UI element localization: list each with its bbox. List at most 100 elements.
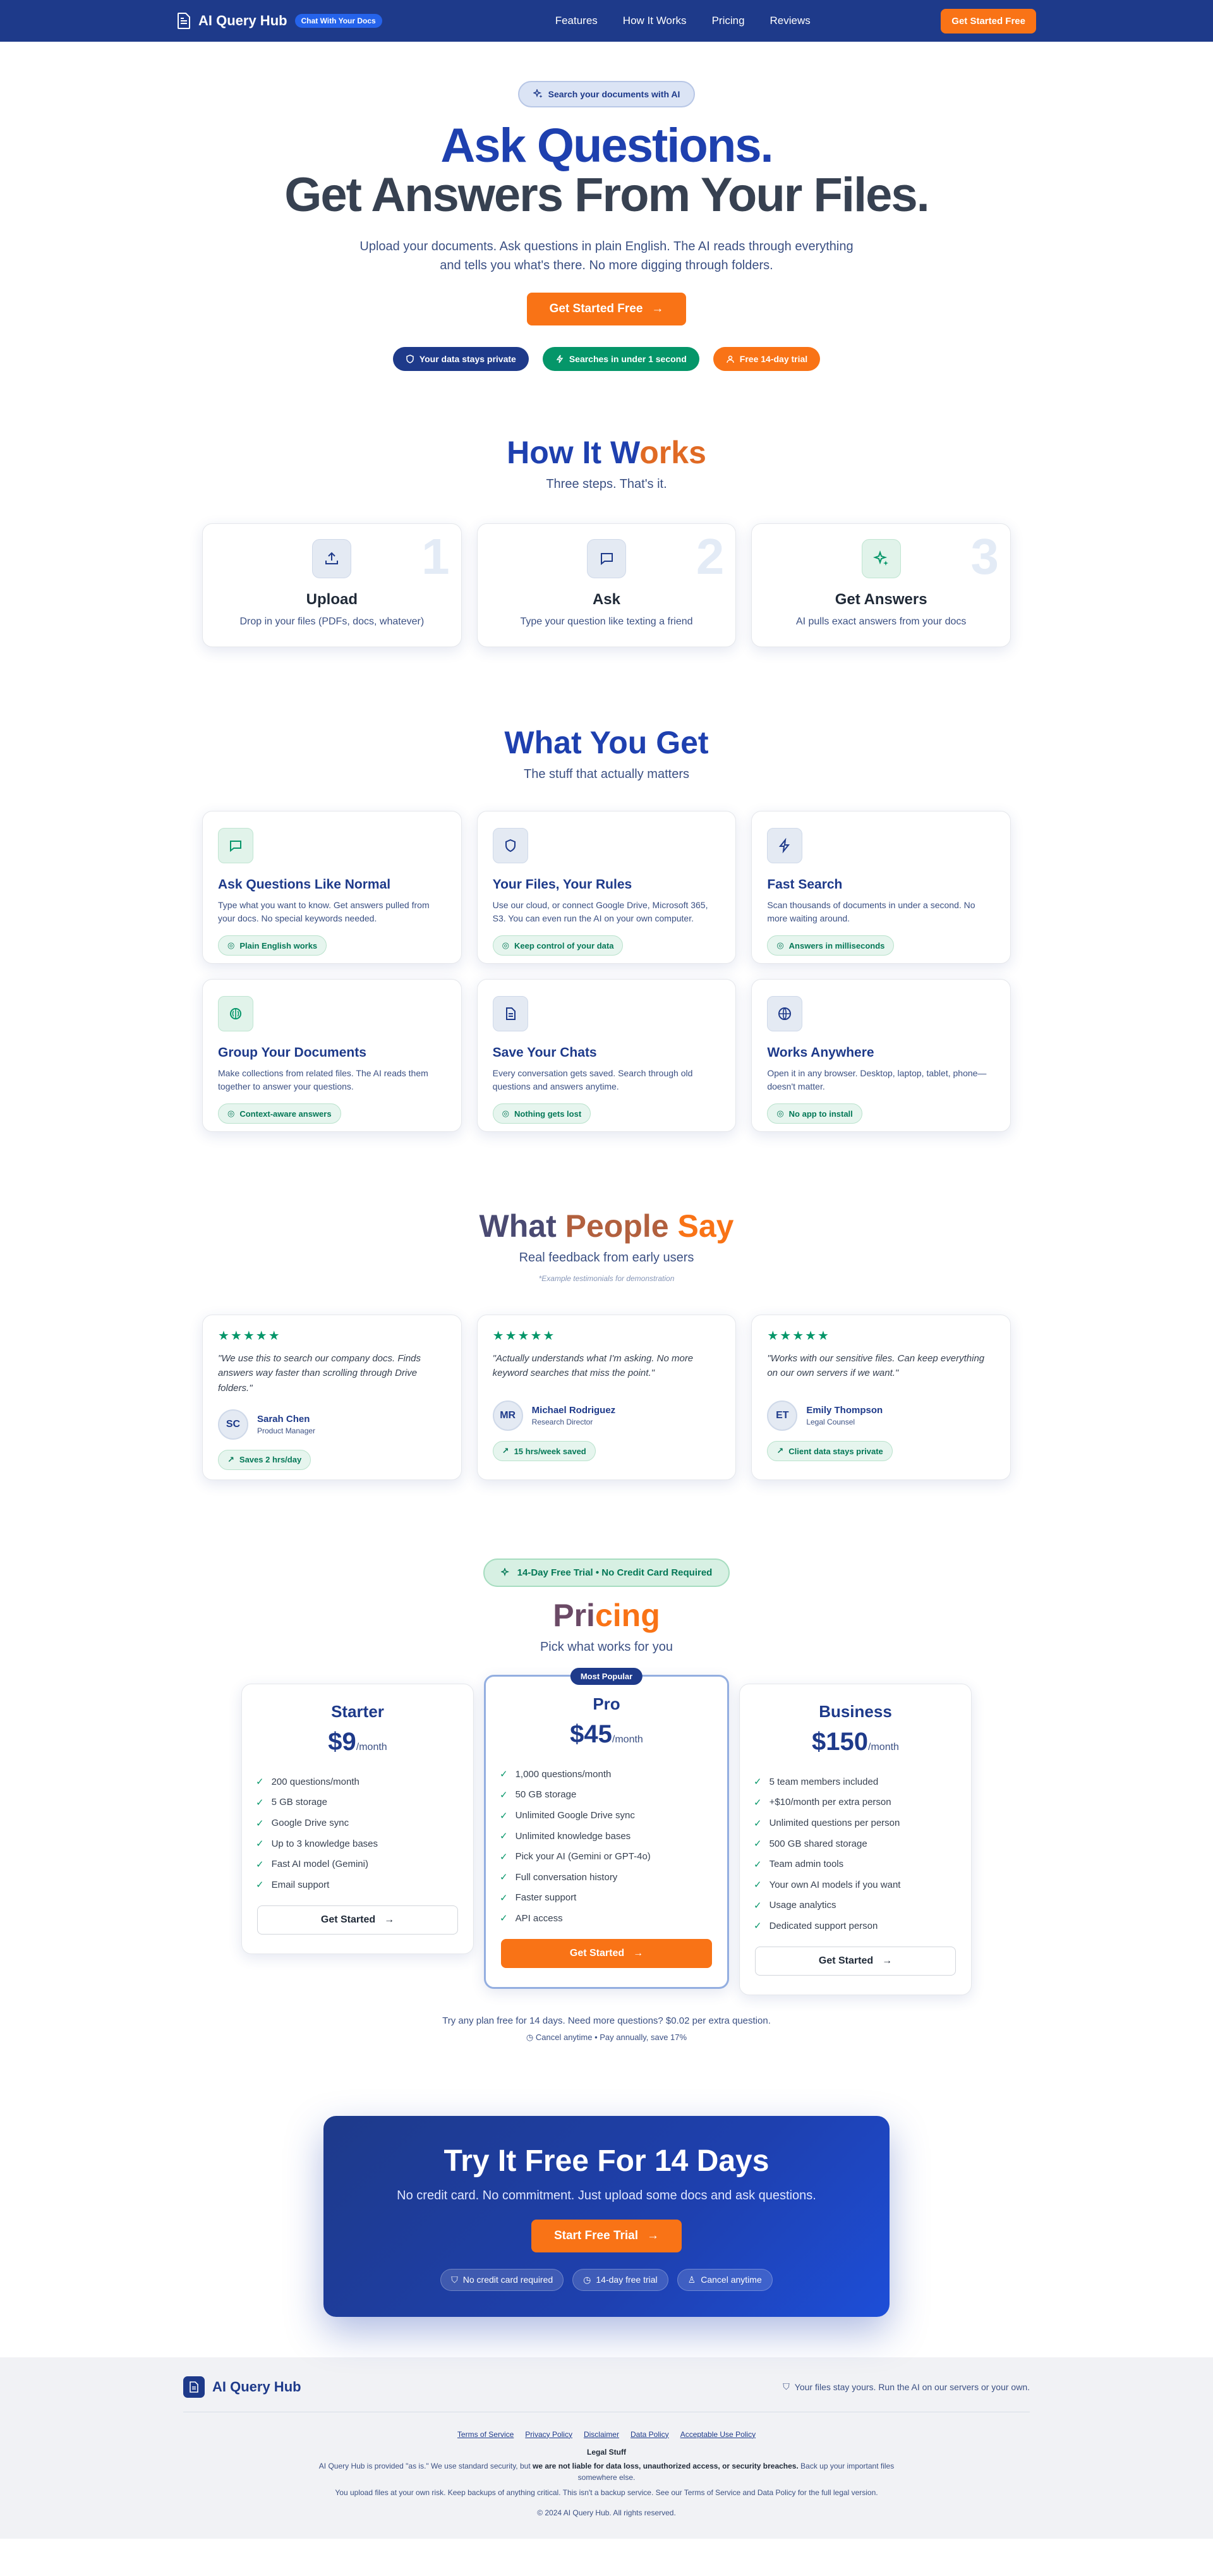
pricing-subtitle: Pick what works for you <box>540 1640 673 1655</box>
plan-price-period: /month <box>356 1742 387 1753</box>
nav-link-features[interactable]: Features <box>555 15 598 27</box>
testimonial-quote: "We use this to search our company docs.… <box>218 1353 421 1394</box>
chat-icon <box>600 553 613 566</box>
arrow-right-icon: → <box>633 1947 644 1959</box>
plan-price-amount: $9 <box>328 1728 356 1756</box>
feature-desc: Open it in any browser. Desktop, laptop,… <box>767 1068 987 1092</box>
brain-icon <box>230 1008 241 1020</box>
plan-feature-label: +$10/month per extra person <box>769 1797 891 1808</box>
check-icon: ✓ <box>500 1831 508 1842</box>
feature-card: Save Your Chats Every conversation gets … <box>476 979 737 1133</box>
plan-feature: ✓ Team admin tools <box>754 1854 957 1874</box>
trust-badge-label: Free 14-day trial <box>739 354 808 365</box>
how-title-part: How It W <box>507 435 640 471</box>
plan-feature: ✓ Unlimited knowledge bases <box>500 1826 713 1847</box>
footer-link-disclaimer[interactable]: Disclaimer <box>584 2430 619 2439</box>
trust-badge-label: Searches in under 1 second <box>569 354 687 365</box>
business-get-started-button[interactable]: Get Started → <box>755 1946 956 1976</box>
nav-get-started-button[interactable]: Get Started Free <box>941 8 1036 33</box>
check-icon: ✓ <box>754 1921 762 1932</box>
pricing-note-secondary: ◷ Cancel anytime • Pay annually, save 17… <box>0 2032 1213 2043</box>
feature-icon-box <box>492 996 528 1032</box>
testimonial-tag: ↗ Client data stays private <box>767 1441 893 1462</box>
plan-card-business: Business $150/month ✓ 5 team members incl… <box>739 1684 972 1995</box>
plan-feature-label: 5 team members included <box>769 1776 879 1787</box>
check-icon: ✓ <box>500 1789 508 1801</box>
star-rating: ★★★★★ <box>767 1329 830 1344</box>
globe-icon <box>778 1007 792 1021</box>
plan-feature-label: 200 questions/month <box>271 1776 359 1787</box>
feature-tag: ◎ Plain English works <box>218 935 327 956</box>
footer-note-text: Your files stay yours. Run the AI on our… <box>794 2381 1030 2392</box>
free-trial-pill-text: 14-Day Free Trial • No Credit Card Requi… <box>517 1567 713 1579</box>
plan-price: $45/month <box>486 1720 727 1749</box>
testimonial-tag-label: Saves 2 hrs/day <box>239 1455 302 1465</box>
testimonial-author: MR Michael Rodriguez Research Director <box>492 1400 721 1431</box>
check-circle-icon: ◎ <box>227 940 235 951</box>
hero-get-started-button[interactable]: Get Started Free → <box>526 293 687 326</box>
legal-block: Legal Stuff AI Query Hub is provided "as… <box>316 2446 897 2498</box>
brand-logo[interactable]: AI Query Hub Chat With Your Docs <box>177 13 382 29</box>
feature-tag-label: Keep control of your data <box>514 940 614 951</box>
start-free-trial-button[interactable]: Start Free Trial → <box>531 2219 682 2252</box>
feature-tag: ◎ Context-aware answers <box>218 1103 341 1124</box>
shield-icon <box>406 355 414 363</box>
author-name: Michael Rodriguez <box>531 1405 616 1416</box>
plan-name: Pro <box>593 1694 620 1714</box>
feature-tag-label: Answers in milliseconds <box>788 940 885 951</box>
arrow-right-icon: → <box>882 1955 893 1966</box>
arrow-right-icon: → <box>651 302 664 316</box>
how-subtitle: Three steps. That's it. <box>546 477 667 492</box>
testimonials-note: *Example testimonials for demonstration <box>538 1274 675 1284</box>
plan-feature-list: ✓ 1,000 questions/month ✓ 50 GB storage ✓ U… <box>486 1764 727 1929</box>
pro-get-started-button[interactable]: Get Started → <box>501 1938 712 1968</box>
testimonials-subtitle: Real feedback from early users <box>519 1251 694 1265</box>
pricing-note-secondary-text: Cancel anytime • Pay annually, save 17% <box>535 2032 687 2042</box>
testimonial-card: ★★★★★ "Works with our sensitive files. C… <box>751 1315 1011 1481</box>
testimonials-section: What People Say Real feedback from early… <box>0 1208 1213 1481</box>
footer-link-terms[interactable]: Terms of Service <box>457 2430 514 2439</box>
step-icon-box <box>586 539 626 579</box>
footer-link-privacy[interactable]: Privacy Policy <box>525 2430 572 2439</box>
plan-price: $150/month <box>740 1728 971 1756</box>
plan-feature: ✓ 50 GB storage <box>500 1785 713 1806</box>
footer-logo[interactable]: AI Query Hub <box>183 2376 301 2398</box>
testimonial-card: ★★★★★ "We use this to search our company… <box>202 1315 462 1481</box>
footer-note: ⛉ Your files stay yours. Run the AI on ou… <box>783 2381 1030 2392</box>
plan-feature: ✓ 500 GB shared storage <box>754 1833 957 1854</box>
feature-tag-label: Plain English works <box>239 940 318 951</box>
copyright: © 2024 AI Query Hub. All rights reserved… <box>537 2508 676 2517</box>
plan-feature: ✓ 5 GB storage <box>256 1792 459 1813</box>
pricing-note: Try any plan free for 14 days. Need more… <box>442 2015 771 2026</box>
nav-link-reviews[interactable]: Reviews <box>770 15 811 27</box>
trust-badge-label: Your data stays private <box>419 354 516 365</box>
star-rating: ★★★★★ <box>218 1329 281 1344</box>
plan-feature-label: Fast AI model (Gemini) <box>271 1859 368 1870</box>
hero-pill: Search your documents with AI <box>517 81 696 107</box>
step-card: 2 Ask Type your question like texting a … <box>476 523 737 648</box>
footer-link-acceptable-use[interactable]: Acceptable Use Policy <box>680 2430 756 2439</box>
users-icon: ♙ <box>687 2274 696 2285</box>
hero-subtitle: Upload your documents. Ask questions in … <box>359 240 854 273</box>
feature-icon-box <box>767 828 803 864</box>
nav-link-how-it-works[interactable]: How It Works <box>623 15 687 27</box>
nav-link-pricing[interactable]: Pricing <box>712 15 745 27</box>
plan-feature-label: Pick your AI (Gemini or GPT-4o) <box>515 1851 651 1862</box>
check-icon: ✓ <box>754 1859 762 1870</box>
check-icon: ✓ <box>754 1880 762 1891</box>
plan-price-amount: $45 <box>570 1720 612 1749</box>
step-title: Upload <box>306 591 358 609</box>
check-icon: ✓ <box>256 1838 264 1850</box>
check-circle-icon: ◎ <box>502 1109 509 1119</box>
hero-title-line1: Ask Questions. <box>440 119 773 173</box>
footer-link-data-policy[interactable]: Data Policy <box>631 2430 669 2439</box>
feature-tag-label: Nothing gets lost <box>514 1109 582 1119</box>
plan-feature: ✓ Full conversation history <box>500 1867 713 1888</box>
author-name: Emily Thompson <box>806 1405 883 1416</box>
check-icon: ✓ <box>754 1777 762 1788</box>
trust-badge-trial: Free 14-day trial <box>713 347 821 372</box>
plan-feature-label: Usage analytics <box>769 1900 836 1911</box>
starter-get-started-button[interactable]: Get Started → <box>257 1905 458 1935</box>
step-number: 1 <box>421 528 450 585</box>
plan-feature-label: Full conversation history <box>515 1871 618 1883</box>
